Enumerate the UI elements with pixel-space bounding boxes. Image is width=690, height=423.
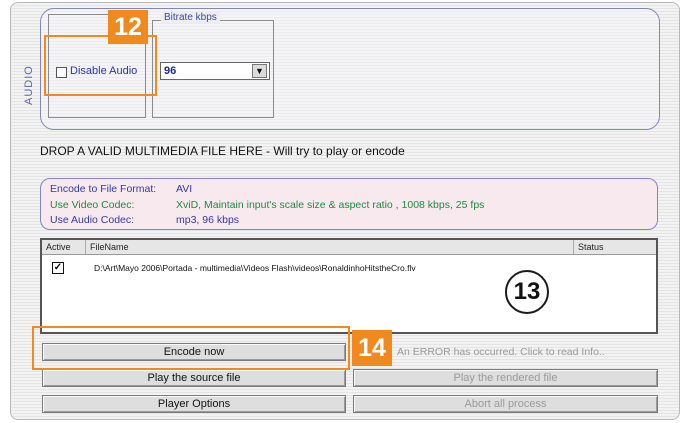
chevron-down-icon[interactable]: ▼ [252,64,267,78]
callout-12-highlight [44,35,157,96]
format-label: Encode to File Format: [50,183,157,195]
audio-codec-label: Use Audio Codec: [50,214,135,226]
audio-codec-value: mp3, 96 kbps [176,214,240,226]
video-codec-label: Use Video Codec: [50,199,135,211]
row-active-checkbox[interactable]: ✓ [52,262,64,274]
callout-13-badge: 13 [505,270,549,314]
error-status-text[interactable]: An ERROR has occurred. Click to read Inf… [397,346,605,358]
format-value: AVI [176,183,193,195]
callout-12-badge: 12 [108,10,148,44]
table-row-filename[interactable]: D:\Art\Mayo 2006\Portada - multimedia\Vi… [94,263,416,273]
bitrate-select-value: 96 [164,65,177,77]
audio-section-label: AUDIO [23,65,35,105]
drop-zone-text[interactable]: DROP A VALID MULTIMEDIA FILE HERE - Will… [40,144,405,158]
column-header-status[interactable]: Status [574,240,656,255]
callout-14-highlight [32,326,350,370]
column-header-active[interactable]: Active [42,240,86,255]
play-source-button[interactable]: Play the source file [42,369,346,387]
column-header-filename[interactable]: FileName [86,240,574,255]
bitrate-group-title: Bitrate kbps [161,12,220,23]
callout-14-badge: 14 [352,330,392,366]
abort-all-button[interactable]: Abort all process [353,395,658,413]
player-options-button[interactable]: Player Options [42,395,346,413]
play-rendered-button[interactable]: Play the rendered file [353,369,658,387]
video-codec-value: XviD, Maintain input's scale size & aspe… [176,199,485,211]
